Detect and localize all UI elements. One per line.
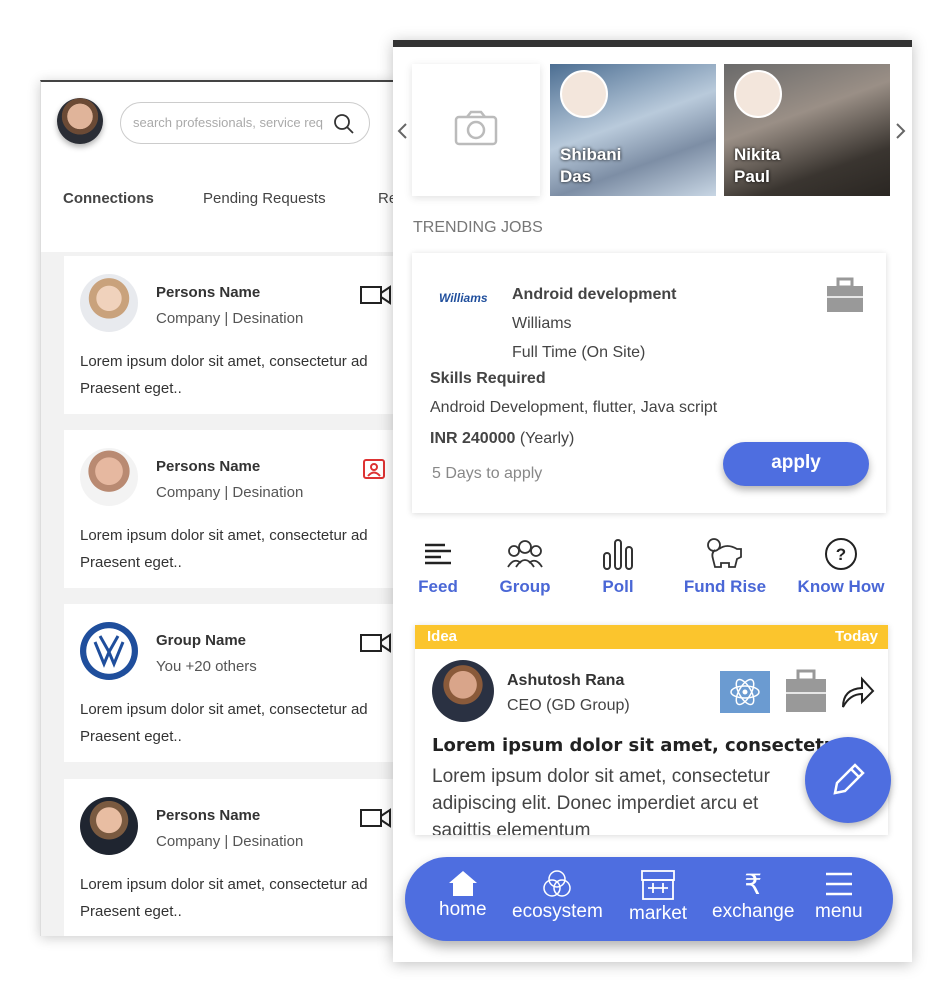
avatar xyxy=(80,448,138,506)
group-icon xyxy=(507,540,543,568)
ecosystem-icon xyxy=(543,870,572,897)
person-subtitle: Company | Desination xyxy=(156,833,304,850)
author-avatar[interactable] xyxy=(432,660,494,722)
apply-button[interactable]: apply xyxy=(723,442,869,486)
salary: INR 240000 (Yearly) xyxy=(430,430,575,447)
pencil-icon xyxy=(833,763,865,795)
connection-card[interactable]: Persons Name Company | Desination Lorem … xyxy=(64,779,396,936)
piggy-bank-icon xyxy=(707,538,742,568)
story-name: Shibani Das xyxy=(560,145,622,186)
user-avatar[interactable] xyxy=(57,98,103,144)
trending-jobs-label: TRENDING JOBS xyxy=(413,219,543,236)
nav-exchange[interactable]: ₹ exchange xyxy=(712,869,794,923)
video-camera-icon[interactable] xyxy=(360,284,392,306)
author-role: CEO (GD Group) xyxy=(507,697,630,714)
story-name: Nikita Paul xyxy=(734,145,781,186)
header: search professionals, service req Connec… xyxy=(41,82,396,252)
camera-icon xyxy=(454,110,498,146)
group-card[interactable]: Group Name You +20 others Lorem ipsum do… xyxy=(64,604,396,762)
story-card[interactable]: Nikita Paul xyxy=(724,64,890,196)
job-company: Williams xyxy=(512,315,572,332)
compose-fab[interactable] xyxy=(805,737,891,823)
avatar xyxy=(80,274,138,332)
briefcase-icon[interactable] xyxy=(826,277,864,313)
add-story-button[interactable] xyxy=(412,64,540,196)
menu-icon xyxy=(825,872,852,896)
group-name: Group Name xyxy=(156,632,247,649)
deadline: 5 Days to apply xyxy=(432,465,543,482)
nav-home[interactable]: home xyxy=(439,869,487,921)
feed-icon xyxy=(425,543,451,565)
group-subtitle: You +20 others xyxy=(156,658,257,675)
contact-card-icon[interactable] xyxy=(360,456,392,482)
home-screen: Shibani Das Nikita Paul TRENDING JOBS Will… xyxy=(393,40,912,962)
story-avatar xyxy=(560,70,608,118)
card-text: Lorem ipsum dolor sit amet, consectetur … xyxy=(80,527,368,571)
nav-market[interactable]: market xyxy=(629,869,687,925)
group-logo xyxy=(80,622,138,680)
job-title: Android development xyxy=(512,286,677,303)
nav-menu[interactable]: menu xyxy=(815,869,863,923)
story-avatar xyxy=(734,70,782,118)
author-name[interactable]: Ashutosh Rana xyxy=(507,672,624,690)
bottom-nav: home ecosystem market ₹ exchange menu xyxy=(405,857,893,941)
nav-ecosystem[interactable]: ecosystem xyxy=(512,869,603,923)
skills-list: Android Development, flutter, Java scrip… xyxy=(430,399,718,416)
feature-feed[interactable]: Feed xyxy=(393,537,488,597)
job-type: Full Time (On Site) xyxy=(512,344,646,361)
search-input[interactable]: search professionals, service req xyxy=(120,102,370,144)
search-icon[interactable] xyxy=(333,113,355,135)
company-logo: Williams xyxy=(439,291,488,305)
chevron-left-icon[interactable] xyxy=(396,121,408,141)
poll-icon xyxy=(603,539,633,570)
person-subtitle: Company | Desination xyxy=(156,310,304,327)
briefcase-icon[interactable] xyxy=(785,669,827,713)
market-icon xyxy=(641,870,675,900)
idea-banner: Idea Today xyxy=(415,625,888,649)
tab-pending-requests[interactable]: Pending Requests xyxy=(203,190,326,207)
tab-connections[interactable]: Connections xyxy=(63,190,154,207)
post-body: Lorem ipsum dolor sit amet, consectetur a… xyxy=(432,766,770,835)
feature-group[interactable]: Group xyxy=(475,537,575,597)
person-name: Persons Name xyxy=(156,807,261,824)
post-category: Idea xyxy=(427,628,458,645)
share-icon[interactable] xyxy=(840,673,876,709)
video-camera-icon[interactable] xyxy=(360,632,392,654)
video-camera-icon[interactable] xyxy=(360,807,392,829)
story-card[interactable]: Shibani Das xyxy=(550,64,716,196)
search-placeholder: search professionals, service req xyxy=(133,115,324,130)
post-date: Today xyxy=(834,628,878,645)
chevron-right-icon[interactable] xyxy=(895,121,907,141)
connection-card[interactable]: Persons Name Company | Desination Lorem … xyxy=(64,256,396,414)
skills-label: Skills Required xyxy=(430,370,546,387)
atom-icon[interactable] xyxy=(720,671,770,713)
card-text: Lorem ipsum dolor sit amet, consectetur … xyxy=(80,701,368,745)
connection-card[interactable]: Persons Name Company | Desination Lorem … xyxy=(64,430,396,588)
feature-know-how[interactable]: ? Know How xyxy=(791,537,891,597)
connections-screen: search professionals, service req Connec… xyxy=(40,80,396,936)
card-text: Lorem ipsum dolor sit amet, consectetur … xyxy=(80,353,368,397)
question-icon: ? xyxy=(825,538,857,570)
person-subtitle: Company | Desination xyxy=(156,484,304,501)
svg-text:?: ? xyxy=(836,545,846,564)
feature-poll[interactable]: Poll xyxy=(568,537,668,597)
person-name: Persons Name xyxy=(156,458,261,475)
person-name: Persons Name xyxy=(156,284,261,301)
rupee-icon: ₹ xyxy=(744,869,763,900)
job-card[interactable]: Williams Android development Williams Fu… xyxy=(412,253,886,513)
feature-fund-rise[interactable]: Fund Rise xyxy=(675,537,775,597)
home-icon xyxy=(448,871,477,896)
avatar xyxy=(80,797,138,855)
post-title: Lorem ipsum dolor sit amet, consectetur xyxy=(432,735,846,756)
card-text: Lorem ipsum dolor sit amet, consectetur … xyxy=(80,876,368,920)
